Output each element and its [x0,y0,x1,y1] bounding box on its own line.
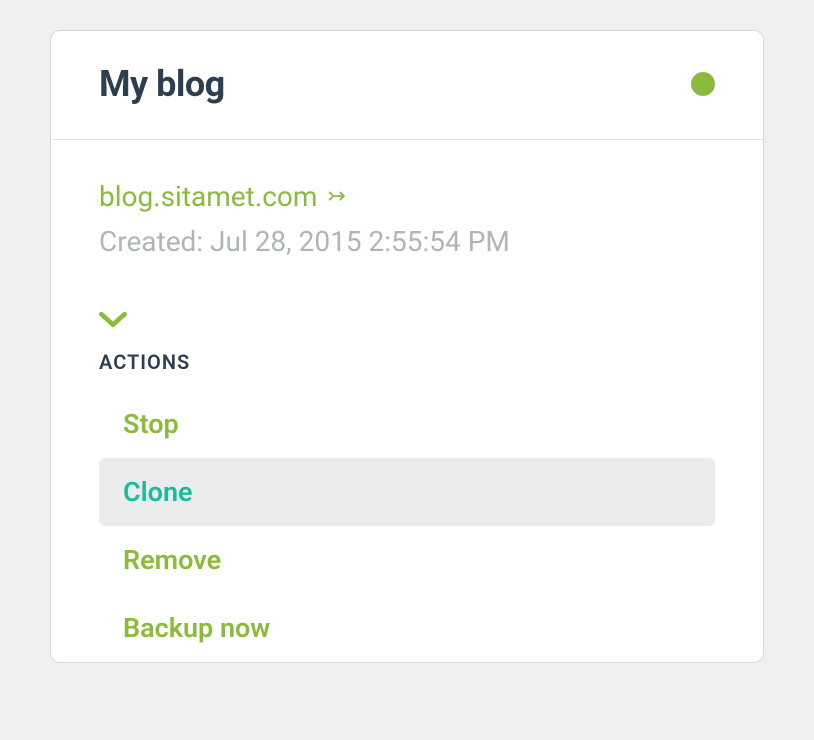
action-remove[interactable]: Remove [99,526,715,594]
app-card: My blog blog.sitamet.com ↣ Created: Jul … [50,30,764,663]
external-link-icon: ↣ [327,184,345,209]
status-indicator-icon [691,72,715,96]
card-header: My blog [51,31,763,140]
action-stop[interactable]: Stop [99,390,715,458]
card-body: blog.sitamet.com ↣ Created: Jul 28, 2015… [51,140,763,662]
domain-link[interactable]: blog.sitamet.com ↣ [99,180,346,213]
card-title: My blog [99,63,225,105]
created-timestamp: Created: Jul 28, 2015 2:55:54 PM [99,225,715,258]
action-backup-now[interactable]: Backup now [99,594,715,662]
expand-toggle[interactable] [99,310,127,334]
action-clone[interactable]: Clone [99,458,715,526]
actions-list: Stop Clone Remove Backup now [99,390,715,662]
actions-heading: ACTIONS [99,350,715,374]
domain-text: blog.sitamet.com [99,180,317,213]
chevron-down-icon [99,310,127,330]
